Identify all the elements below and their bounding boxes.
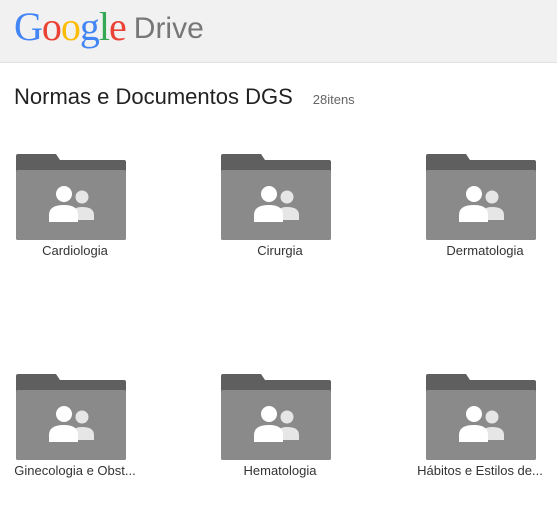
folder-item-cirurgia[interactable]: Cirurgia	[205, 150, 355, 270]
shared-folder-icon	[16, 154, 126, 240]
folder-item-cardiologia[interactable]: Cardiologia	[0, 150, 150, 270]
folder-item-ginecologia[interactable]: Ginecologia e Obst...	[0, 370, 150, 490]
google-wordmark: Google	[14, 4, 127, 49]
folder-label: Hábitos e Estilos de...	[417, 463, 543, 478]
folder-label: Cirurgia	[257, 243, 303, 258]
item-count: 28itens	[312, 92, 355, 107]
folder-item-hematologia[interactable]: Hematologia	[205, 370, 355, 490]
shared-folder-icon	[426, 374, 536, 460]
folder-header: Normas e Documentos DGS 28itens	[14, 84, 355, 110]
folder-item-habitos[interactable]: Hábitos e Estilos de...	[405, 370, 555, 490]
shared-folder-icon	[221, 154, 331, 240]
shared-folder-icon	[221, 374, 331, 460]
folder-label: Dermatologia	[446, 243, 524, 258]
app-header: Google Drive	[0, 0, 557, 63]
folder-label: Cardiologia	[42, 243, 108, 258]
shared-folder-icon	[426, 154, 536, 240]
folder-title: Normas e Documentos DGS	[14, 84, 293, 109]
google-drive-logo[interactable]: Google Drive	[14, 2, 204, 52]
folder-label: Hematologia	[243, 463, 317, 478]
product-name: Drive	[133, 12, 204, 45]
folder-item-dermatologia[interactable]: Dermatologia	[410, 150, 557, 270]
shared-folder-icon	[16, 374, 126, 460]
folder-label: Ginecologia e Obst...	[14, 463, 136, 478]
